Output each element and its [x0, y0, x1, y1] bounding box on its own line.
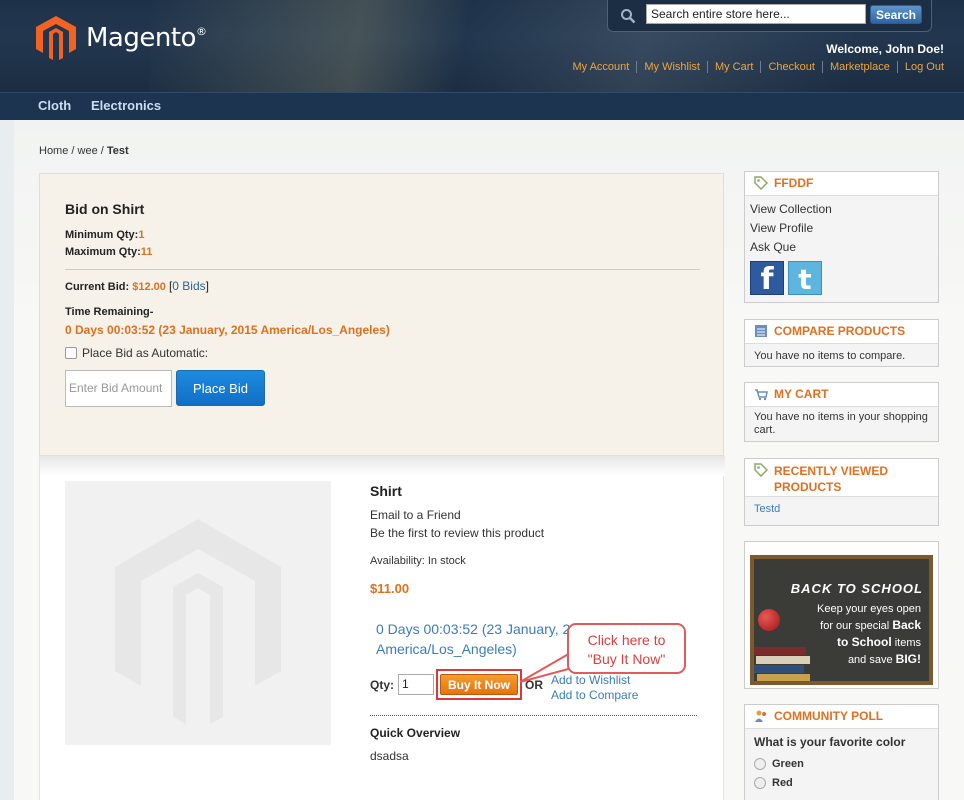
- search-input[interactable]: [646, 4, 866, 24]
- my-wishlist-link[interactable]: My Wishlist: [636, 61, 707, 73]
- logout-link[interactable]: Log Out: [896, 61, 944, 73]
- welcome-message: Welcome, John Doe!: [826, 42, 944, 56]
- qty-label: Qty:: [370, 678, 394, 692]
- search-form: Search: [607, 0, 932, 32]
- my-cart-link[interactable]: My Cart: [706, 61, 761, 73]
- review-link[interactable]: Be the first to review this product: [370, 526, 544, 540]
- people-icon: [755, 710, 766, 722]
- compare-title: COMPARE PRODUCTS: [774, 324, 906, 338]
- poll-option-red[interactable]: Red: [754, 777, 929, 789]
- cart-icon: [755, 389, 768, 401]
- ask-question-link[interactable]: Ask Que: [750, 238, 929, 257]
- promo-text: Keep your eyes open for our special Back…: [817, 603, 921, 666]
- twitter-icon[interactable]: t: [788, 261, 822, 296]
- bid-panel: Bid on Shirt Minimum Qty:1 Maximum Qty:1…: [39, 173, 724, 456]
- recent-item-link[interactable]: Testd: [754, 503, 780, 515]
- quick-overview-text: dsadsa: [370, 749, 409, 763]
- quick-overview-title: Quick Overview: [370, 726, 461, 740]
- compare-icon: [755, 325, 767, 337]
- time-remaining-label: Time Remaining-: [65, 306, 154, 318]
- compare-empty-text: You have no items to compare.: [754, 350, 906, 362]
- promo-title: BACK TO SCHOOL: [790, 581, 923, 596]
- add-to-compare-link[interactable]: Add to Compare: [551, 688, 638, 702]
- auto-bid-option[interactable]: Place Bid as Automatic:: [65, 346, 208, 360]
- checkout-link[interactable]: Checkout: [760, 61, 821, 73]
- bids-count-link[interactable]: 0 Bids: [172, 279, 205, 293]
- community-poll-block: COMMUNITY POLL What is your favorite col…: [744, 704, 939, 800]
- poll-question: What is your favorite color: [754, 735, 906, 749]
- seller-title: FFDDF: [774, 176, 814, 190]
- seller-block: FFDDF View Collection View Profile Ask Q…: [744, 171, 939, 303]
- product-price: $11.00: [370, 581, 410, 596]
- time-remaining-value: 0 Days 00:03:52 (23 January, 2015 Americ…: [65, 323, 390, 337]
- auto-bid-label: Place Bid as Automatic:: [82, 346, 209, 360]
- main-nav: Cloth Electronics: [0, 92, 964, 120]
- apple-icon: [758, 609, 780, 631]
- qty-input[interactable]: 1: [398, 674, 434, 695]
- nav-item-cloth[interactable]: Cloth: [38, 98, 71, 113]
- radio-button[interactable]: [754, 777, 766, 789]
- breadcrumb-current: Test: [106, 145, 129, 157]
- cart-title: MY CART: [774, 387, 829, 401]
- my-cart-block: MY CART You have no items in your shoppi…: [744, 382, 939, 442]
- email-friend-link[interactable]: Email to a Friend: [370, 508, 461, 522]
- buy-now-callout: Click here to "Buy It Now": [567, 623, 686, 674]
- view-profile-link[interactable]: View Profile: [750, 219, 929, 238]
- compare-products-block: COMPARE PRODUCTS You have no items to co…: [744, 319, 939, 367]
- radio-button[interactable]: [754, 758, 766, 770]
- recently-viewed-title: RECENTLY VIEWED PRODUCTS: [774, 464, 889, 494]
- buy-now-highlight: Buy It Now: [436, 669, 522, 700]
- search-icon: [621, 9, 636, 24]
- magento-logo[interactable]: Magento®: [36, 16, 207, 60]
- logo-text: Magento®: [86, 23, 207, 53]
- auto-bid-checkbox[interactable]: [65, 347, 77, 359]
- site-header: Magento® Search Welcome, John Doe! My Ac…: [0, 0, 964, 92]
- buy-it-now-button[interactable]: Buy It Now: [440, 674, 518, 695]
- poll-title: COMMUNITY POLL: [774, 709, 884, 723]
- breadcrumb: Home / wee / Test: [39, 145, 129, 157]
- view-collection-link[interactable]: View Collection: [750, 200, 929, 219]
- poll-option-green[interactable]: Green: [754, 758, 929, 770]
- placeholder-logo-icon: [115, 519, 281, 724]
- bid-amount-input[interactable]: Enter Bid Amount: [65, 370, 172, 407]
- books-icon: [754, 647, 810, 681]
- bid-divider: [65, 269, 700, 270]
- current-bid: Current Bid: $12.00 [0 Bids]: [65, 279, 209, 293]
- minimum-qty: Minimum Qty:1: [65, 229, 145, 241]
- facebook-icon[interactable]: f: [750, 261, 784, 297]
- nav-item-electronics[interactable]: Electronics: [91, 98, 161, 113]
- top-links: My Account My Wishlist My Cart Checkout …: [565, 61, 944, 73]
- availability: Availability: In stock: [370, 555, 466, 567]
- place-bid-button[interactable]: Place Bid: [176, 370, 265, 406]
- bid-title: Bid on Shirt: [65, 201, 145, 217]
- recently-viewed-block: RECENTLY VIEWED PRODUCTS Testd: [744, 458, 939, 526]
- my-account-link[interactable]: My Account: [565, 61, 636, 73]
- breadcrumb-category[interactable]: wee: [78, 145, 98, 157]
- magento-logo-icon: [36, 16, 76, 60]
- back-to-school-banner[interactable]: BACK TO SCHOOL Keep your eyes open for o…: [744, 541, 939, 689]
- tag-icon: [754, 463, 768, 477]
- maximum-qty: Maximum Qty:11: [65, 246, 153, 258]
- product-image[interactable]: [65, 481, 331, 745]
- search-button[interactable]: Search: [870, 5, 922, 24]
- product-name: Shirt: [370, 483, 402, 499]
- tag-icon: [754, 176, 768, 190]
- marketplace-link[interactable]: Marketplace: [821, 61, 897, 73]
- breadcrumb-home[interactable]: Home: [39, 145, 68, 157]
- cart-empty-text: You have no items in your shopping cart.: [754, 411, 928, 436]
- divider: [370, 715, 697, 716]
